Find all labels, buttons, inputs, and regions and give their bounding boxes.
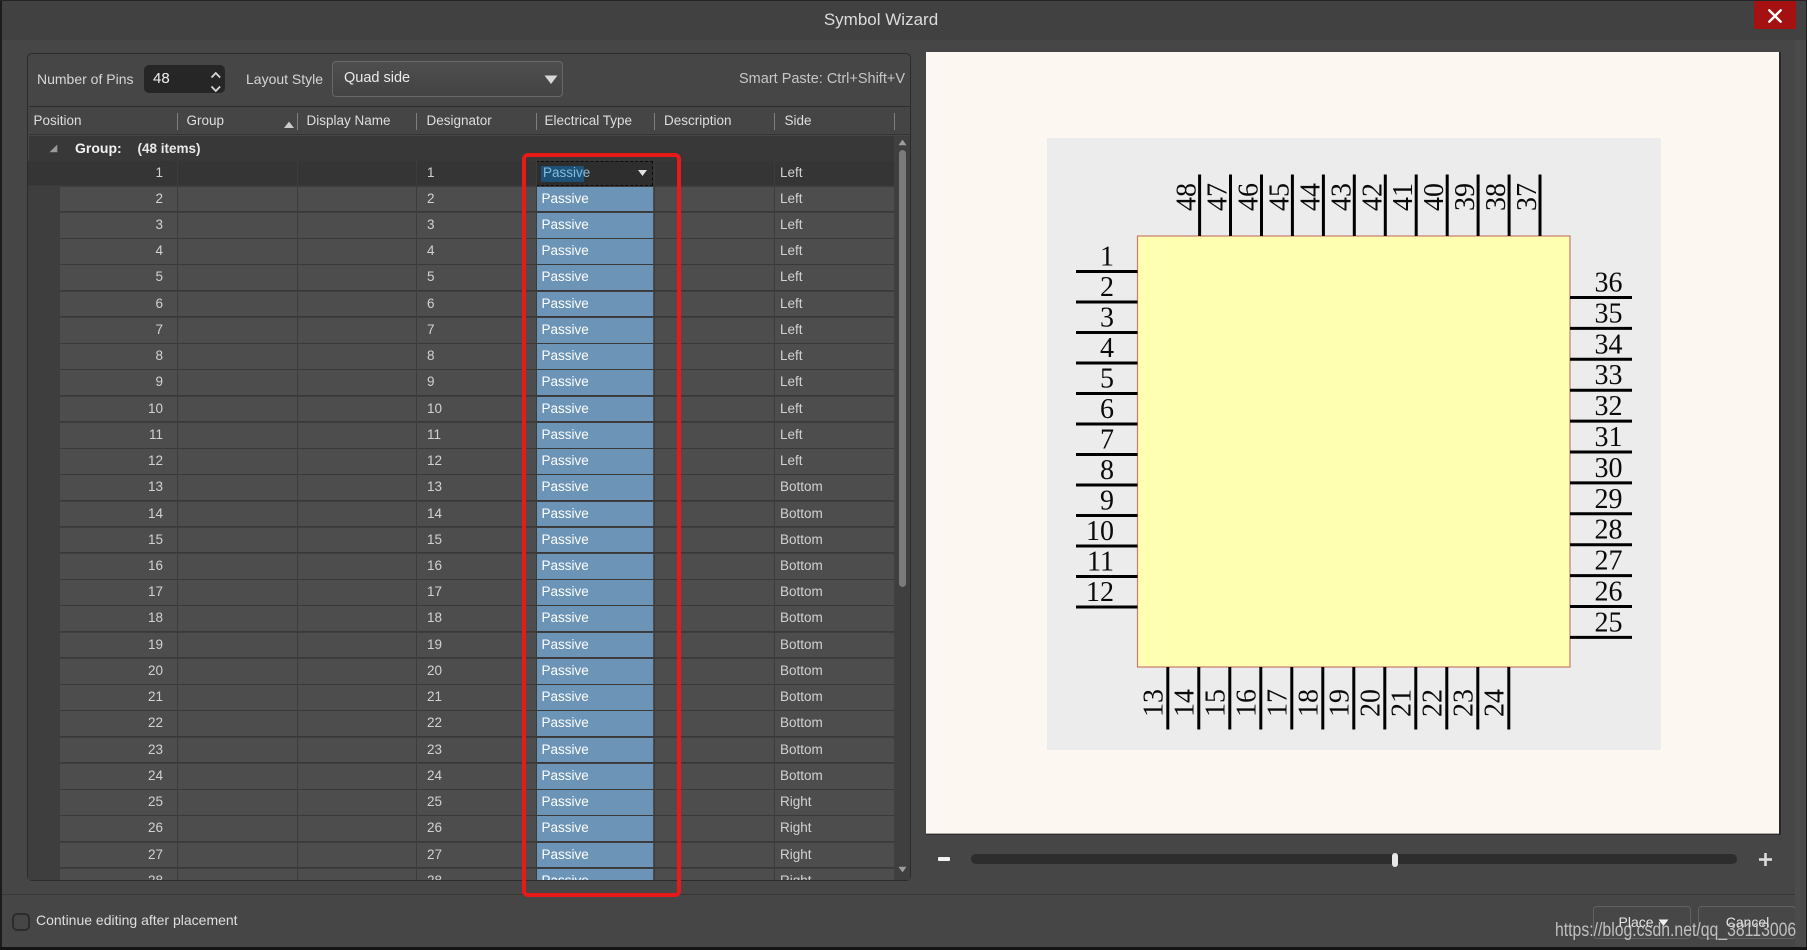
svg-text:12: 12 <box>1086 577 1114 608</box>
svg-text:48: 48 <box>1172 183 1203 211</box>
svg-text:2: 2 <box>1100 272 1114 303</box>
svg-text:23: 23 <box>1448 689 1479 717</box>
svg-text:5: 5 <box>1100 364 1114 395</box>
svg-text:38: 38 <box>1481 183 1512 211</box>
svg-text:42: 42 <box>1357 183 1388 211</box>
svg-text:21: 21 <box>1386 689 1417 717</box>
svg-text:46: 46 <box>1234 183 1265 211</box>
svg-text:44: 44 <box>1295 183 1326 211</box>
svg-text:22: 22 <box>1417 689 1448 717</box>
svg-text:28: 28 <box>1595 515 1623 546</box>
svg-text:13: 13 <box>1138 689 1169 717</box>
svg-text:20: 20 <box>1355 689 1386 717</box>
svg-text:4: 4 <box>1100 333 1114 364</box>
svg-text:3: 3 <box>1100 303 1114 334</box>
svg-text:33: 33 <box>1595 360 1623 391</box>
svg-text:30: 30 <box>1595 453 1623 484</box>
svg-text:31: 31 <box>1595 422 1623 453</box>
svg-text:8: 8 <box>1100 455 1114 486</box>
svg-text:18: 18 <box>1293 689 1324 717</box>
svg-text:37: 37 <box>1512 183 1543 211</box>
svg-text:25: 25 <box>1595 607 1623 638</box>
svg-text:27: 27 <box>1595 546 1623 577</box>
svg-text:45: 45 <box>1264 183 1295 211</box>
svg-text:7: 7 <box>1100 425 1114 456</box>
svg-text:41: 41 <box>1388 183 1419 211</box>
svg-text:39: 39 <box>1450 183 1481 211</box>
svg-text:32: 32 <box>1595 391 1623 422</box>
svg-text:14: 14 <box>1169 689 1200 717</box>
svg-text:9: 9 <box>1100 486 1114 517</box>
svg-text:43: 43 <box>1326 183 1357 211</box>
svg-text:19: 19 <box>1324 689 1355 717</box>
svg-text:47: 47 <box>1203 183 1234 211</box>
svg-text:11: 11 <box>1087 547 1114 578</box>
svg-text:36: 36 <box>1595 268 1623 299</box>
svg-text:10: 10 <box>1086 516 1114 547</box>
svg-text:34: 34 <box>1595 329 1623 360</box>
svg-text:26: 26 <box>1595 577 1623 608</box>
svg-text:24: 24 <box>1479 689 1510 717</box>
svg-text:15: 15 <box>1200 689 1231 717</box>
svg-text:29: 29 <box>1595 484 1623 515</box>
svg-text:1: 1 <box>1100 242 1114 273</box>
svg-text:6: 6 <box>1100 394 1114 425</box>
svg-text:40: 40 <box>1419 183 1450 211</box>
svg-text:16: 16 <box>1231 689 1262 717</box>
svg-text:17: 17 <box>1262 689 1293 717</box>
svg-text:35: 35 <box>1595 298 1623 329</box>
